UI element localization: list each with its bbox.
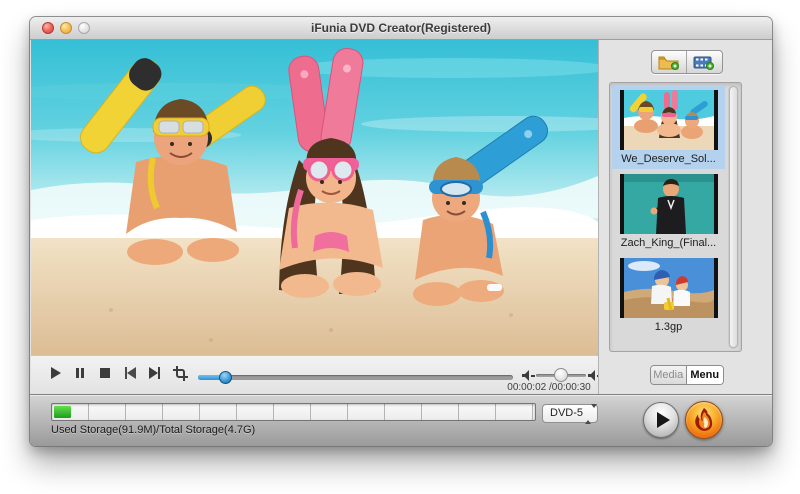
desktop: iFunia DVD Creator(Registered) (0, 0, 800, 494)
storage-capacity-bar (51, 403, 536, 421)
app-window: iFunia DVD Creator(Registered) (30, 17, 772, 446)
video-preview (31, 40, 598, 355)
preview-play-button[interactable] (643, 402, 679, 438)
volume-knob[interactable] (554, 368, 568, 382)
play-button[interactable] (47, 365, 63, 381)
time-display: 00:00:02 /00:00:30 (499, 382, 599, 393)
film-plus-icon (693, 55, 715, 70)
import-buttons (651, 50, 723, 74)
status-bar: Used Storage(91.9M)/Total Storage(4.7G) … (30, 394, 772, 446)
scrollbar-thumb[interactable] (729, 86, 738, 348)
media-list: We_Deserve_Sol... (609, 82, 742, 352)
media-items: We_Deserve_Sol... (612, 85, 725, 337)
flame-icon (692, 407, 716, 433)
tab-media[interactable]: Media (651, 366, 687, 384)
volume-slider[interactable] (536, 374, 586, 377)
previous-button[interactable] (122, 365, 138, 381)
media-item-1[interactable]: We_Deserve_Sol... (612, 85, 725, 169)
add-folder-button[interactable] (652, 51, 687, 73)
media-item-label: We_Deserve_Sol... (612, 153, 725, 165)
burn-button[interactable] (685, 401, 723, 439)
seek-knob[interactable] (219, 371, 232, 384)
storage-label: Used Storage(91.9M)/Total Storage(4.7G) (51, 424, 255, 436)
media-item-label: Zach_King_(Final... (612, 237, 725, 249)
transport-buttons (47, 365, 188, 381)
disc-format-select[interactable]: DVD-5 (542, 404, 598, 423)
media-thumbnail-2 (620, 174, 718, 234)
crop-button[interactable] (172, 365, 188, 381)
media-thumbnail-1 (620, 90, 718, 150)
stepper-arrows-icon (585, 408, 592, 420)
seek-slider[interactable] (198, 375, 513, 380)
media-item-2[interactable]: Zach_King_(Final... (612, 169, 725, 253)
folder-plus-icon (658, 55, 680, 70)
titlebar[interactable]: iFunia DVD Creator(Registered) (30, 17, 772, 40)
play-triangle-icon (657, 412, 670, 428)
volume-control (522, 368, 598, 382)
tab-menu[interactable]: Menu (686, 366, 723, 384)
add-video-button[interactable] (686, 51, 722, 73)
pause-button[interactable] (72, 365, 88, 381)
media-thumbnail-3 (620, 258, 718, 318)
storage-used-fill (54, 406, 71, 418)
stop-button[interactable] (97, 365, 113, 381)
playback-controls: 00:00:02 /00:00:30 (31, 355, 598, 395)
sidebar: We_Deserve_Sol... (598, 40, 772, 394)
view-tabs: Media Menu (650, 365, 724, 385)
next-button[interactable] (147, 365, 163, 381)
media-item-label: 1.3gp (612, 321, 725, 333)
window-title: iFunia DVD Creator(Registered) (30, 17, 772, 39)
disc-format-value: DVD-5 (550, 407, 583, 419)
media-item-3[interactable]: 1.3gp (612, 253, 725, 337)
media-list-scrollbar[interactable] (728, 85, 739, 349)
beach-scene-image (31, 40, 598, 355)
